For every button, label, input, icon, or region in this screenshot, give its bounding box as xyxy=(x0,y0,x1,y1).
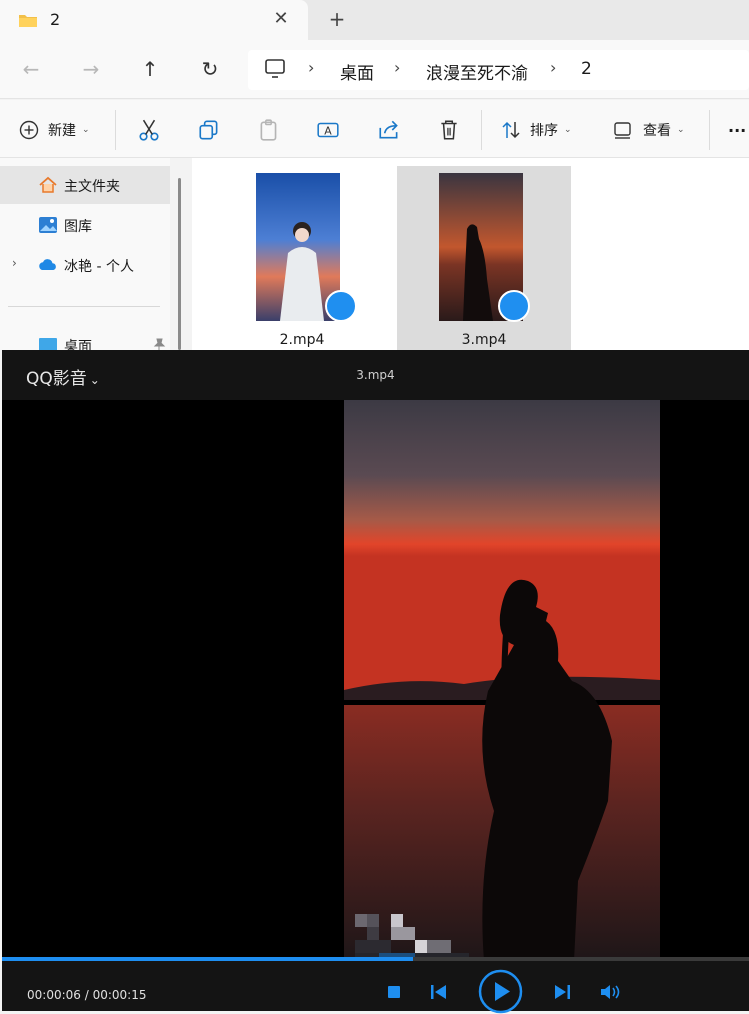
file-name: 2.mp4 xyxy=(279,332,325,348)
navigation-bar: ← → ↑ ↻ › 桌面 › 浪漫至死不渝 › 2 xyxy=(0,40,749,99)
view-label: 查看 xyxy=(643,123,671,139)
breadcrumb[interactable]: › 桌面 › 浪漫至死不渝 › 2 xyxy=(248,50,749,90)
gallery-icon xyxy=(39,217,57,233)
tab-title: 2 xyxy=(50,10,61,29)
divider xyxy=(709,110,710,150)
copy-icon[interactable] xyxy=(197,118,221,142)
new-button[interactable]: 新建 ⌄ xyxy=(18,118,90,142)
tab-bar: 2 ✕ + xyxy=(0,0,749,40)
qq-player-window: QQ影音 ⌄ 3.mp4 00:00:06 / 00:00:15 xyxy=(2,350,749,1014)
sidebar-item-onedrive[interactable]: › 冰艳 - 个人 xyxy=(0,246,170,284)
player-controls: 00:00:06 / 00:00:15 xyxy=(2,961,749,1014)
cut-icon[interactable] xyxy=(137,118,161,142)
new-tab-button[interactable]: + xyxy=(326,8,348,30)
app-window: 2 ✕ + ← → ↑ ↻ › 桌面 › 浪漫至死不渝 › 2 新建 ⌄ A 排… xyxy=(0,0,749,1014)
file-list: 2.mp4 3.mp4 xyxy=(192,158,749,350)
volume-icon[interactable] xyxy=(599,983,621,1001)
player-file-title: 3.mp4 xyxy=(356,368,395,382)
this-pc-icon[interactable] xyxy=(264,59,286,79)
total-time: 00:00:15 xyxy=(92,988,147,1002)
sidebar-item-label: 冰艳 - 个人 xyxy=(64,259,134,275)
video-frame[interactable] xyxy=(344,400,660,960)
breadcrumb-item-desktop[interactable]: 桌面 xyxy=(340,59,374,84)
breadcrumb-separator: › xyxy=(394,58,401,77)
chevron-down-icon: ⌄ xyxy=(677,125,685,135)
delete-icon[interactable] xyxy=(437,118,461,142)
sidebar-scrollbar[interactable] xyxy=(178,178,181,350)
more-options-button[interactable]: ··· xyxy=(728,118,746,142)
home-icon xyxy=(39,176,57,193)
file-item-2-mp4[interactable]: 2.mp4 xyxy=(215,166,389,350)
sidebar-item-label: 图库 xyxy=(64,219,92,235)
time-separator: / xyxy=(80,988,93,1002)
svg-text:A: A xyxy=(324,124,332,137)
navigation-pane: 主文件夹 图库 › 冰艳 - 个人 桌面 xyxy=(0,158,170,355)
view-button[interactable]: 查看 ⌄ xyxy=(612,118,685,142)
file-item-3-mp4[interactable]: 3.mp4 xyxy=(397,166,571,350)
back-arrow-icon[interactable]: ← xyxy=(19,57,43,81)
breadcrumb-item-current[interactable]: 2 xyxy=(581,59,592,79)
qq-player-badge-icon xyxy=(498,290,530,322)
tab-close-icon[interactable]: ✕ xyxy=(271,8,291,30)
previous-icon[interactable] xyxy=(430,984,448,1000)
sidebar-item-label: 主文件夹 xyxy=(64,179,120,195)
file-name: 3.mp4 xyxy=(461,332,507,348)
paste-icon[interactable] xyxy=(257,118,281,142)
folder-icon xyxy=(19,15,37,27)
command-bar: 新建 ⌄ A 排序 ⌄ 查看 ⌄ ··· xyxy=(0,100,749,158)
divider xyxy=(8,306,160,307)
refresh-icon[interactable]: ↻ xyxy=(198,57,222,81)
up-arrow-icon[interactable]: ↑ xyxy=(138,57,162,81)
playback-time: 00:00:06 / 00:00:15 xyxy=(27,988,146,1002)
breadcrumb-separator: › xyxy=(550,58,557,77)
chevron-down-icon: ⌄ xyxy=(82,125,90,135)
play-button[interactable] xyxy=(478,969,523,1014)
divider xyxy=(115,110,116,150)
share-icon[interactable] xyxy=(377,118,401,142)
divider xyxy=(481,110,482,150)
forward-arrow-icon[interactable]: → xyxy=(79,57,103,81)
tab-active[interactable]: 2 ✕ xyxy=(0,0,308,40)
sort-label: 排序 xyxy=(530,123,558,139)
sidebar-item-gallery[interactable]: 图库 xyxy=(0,206,170,244)
qq-player-badge-icon xyxy=(325,290,357,322)
next-icon[interactable] xyxy=(553,984,571,1000)
player-title-bar: QQ影音 ⌄ 3.mp4 xyxy=(2,350,749,400)
new-label: 新建 xyxy=(48,123,76,139)
plus-circle-icon xyxy=(19,120,39,140)
current-time: 00:00:06 xyxy=(27,988,81,1002)
breadcrumb-separator: › xyxy=(308,58,315,77)
expand-chevron-icon[interactable]: › xyxy=(12,256,17,270)
sidebar-item-home[interactable]: 主文件夹 xyxy=(0,166,170,204)
sort-button[interactable]: 排序 ⌄ xyxy=(500,118,572,142)
breadcrumb-item-folder[interactable]: 浪漫至死不渝 xyxy=(426,59,528,84)
chevron-down-icon: ⌄ xyxy=(564,125,572,135)
view-icon xyxy=(614,122,631,139)
rename-icon[interactable]: A xyxy=(316,118,340,142)
sort-icon xyxy=(502,121,520,139)
stop-icon[interactable] xyxy=(387,985,401,999)
onedrive-cloud-icon xyxy=(39,259,56,270)
